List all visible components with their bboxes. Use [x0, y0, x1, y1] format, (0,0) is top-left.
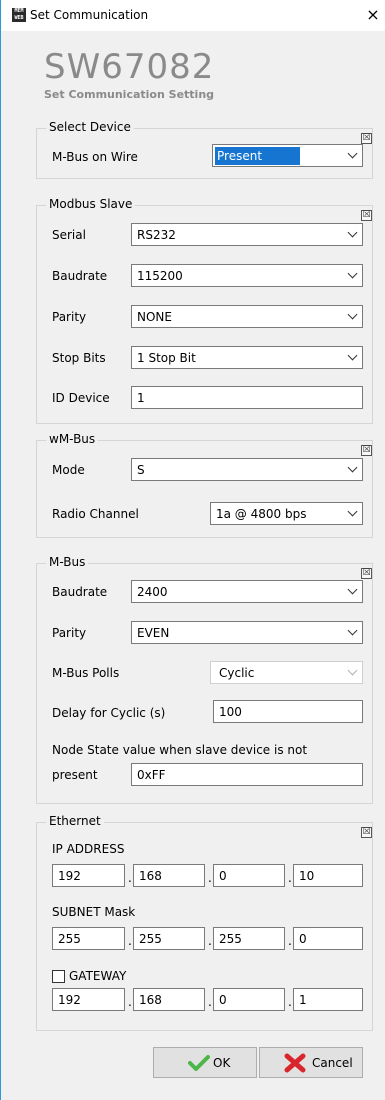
page-subtitle: Set Communication Setting — [44, 88, 215, 101]
gateway-octet-3-input[interactable]: 0 — [213, 988, 285, 1011]
mode-select[interactable]: S — [131, 458, 363, 481]
chevron-down-icon — [347, 665, 358, 676]
subnet-separator: . — [288, 934, 292, 948]
ok-label: OK — [213, 1056, 231, 1070]
gateway-separator: . — [208, 995, 212, 1009]
mbus-baudrate-select[interactable]: 2400 — [131, 580, 363, 603]
mbus-title: M-Bus — [46, 555, 89, 569]
dialog-window: MEM WEB Set Communication × SW67082 Set C… — [0, 0, 385, 1100]
ok-button[interactable]: OK — [153, 1047, 257, 1078]
cancel-x-icon — [284, 1053, 306, 1073]
ethernet-close-icon[interactable]: ☒ — [361, 827, 372, 838]
serial-value: RS232 — [137, 228, 176, 242]
ip-address-label: IP ADDRESS — [52, 842, 125, 856]
subnet-mask-label: SUBNET Mask — [52, 905, 136, 919]
chevron-down-icon — [347, 584, 358, 595]
checkmark-icon — [188, 1055, 210, 1071]
subnet-octet-1-input[interactable]: 255 — [52, 927, 125, 950]
select-device-title: Select Device — [46, 120, 134, 134]
serial-label: Serial — [52, 228, 86, 242]
mbus-baudrate-label: Baudrate — [52, 585, 108, 599]
gateway-separator: . — [128, 995, 132, 1009]
subnet-octet-2-input[interactable]: 255 — [133, 927, 205, 950]
delay-cyclic-input[interactable]: 100 — [213, 700, 363, 723]
stop-bits-label: Stop Bits — [52, 351, 106, 365]
cancel-label: Cancel — [312, 1056, 353, 1070]
title-bar[interactable]: MEM WEB Set Communication × — [1, 0, 385, 31]
wmbus-close-icon[interactable]: ☒ — [361, 445, 372, 456]
cancel-button[interactable]: Cancel — [259, 1047, 363, 1078]
modbus-parity-label: Parity — [52, 310, 87, 324]
product-code: SW67082 — [44, 47, 215, 87]
mbus-polls-label: M-Bus Polls — [52, 666, 120, 680]
mbus-on-wire-select[interactable]: Present — [212, 144, 363, 167]
radio-channel-label: Radio Channel — [52, 507, 139, 521]
ip-separator: . — [208, 871, 212, 885]
subnet-separator: . — [208, 934, 212, 948]
ethernet-title: Ethernet — [46, 814, 104, 828]
gateway-separator: . — [288, 995, 292, 1009]
chevron-down-icon — [347, 625, 358, 636]
gateway-octet-4-input[interactable]: 1 — [293, 988, 363, 1011]
mbus-parity-select[interactable]: EVEN — [131, 621, 363, 644]
subnet-separator: . — [128, 934, 132, 948]
modbus-parity-select[interactable]: NONE — [131, 305, 363, 328]
close-button[interactable]: × — [361, 4, 385, 26]
mode-value: S — [137, 463, 145, 477]
modbus-baudrate-value: 115200 — [137, 269, 183, 283]
chevron-down-icon — [347, 506, 358, 517]
subnet-octet-3-input[interactable]: 255 — [213, 927, 285, 950]
wmbus-title: wM-Bus — [46, 432, 99, 446]
radio-channel-value: 1a @ 4800 bps — [216, 507, 307, 521]
mbus-parity-value: EVEN — [137, 626, 170, 640]
node-state-label-line2: present — [52, 768, 98, 782]
window-title: Set Communication — [30, 8, 149, 22]
mbus-close-icon[interactable]: ☒ — [361, 568, 372, 579]
ip-octet-1-input[interactable]: 192 — [52, 864, 125, 887]
chevron-down-icon — [347, 148, 358, 159]
select-device-close-icon[interactable]: ☒ — [361, 133, 372, 144]
stop-bits-value: 1 Stop Bit — [137, 351, 196, 365]
gateway-label: GATEWAY — [69, 969, 127, 983]
radio-channel-select[interactable]: 1a @ 4800 bps — [210, 502, 363, 525]
chevron-down-icon — [347, 309, 358, 320]
mbus-on-wire-label: M-Bus on Wire — [52, 150, 138, 164]
modbus-baudrate-select[interactable]: 115200 — [131, 264, 363, 287]
delay-cyclic-label: Delay for Cyclic (s) — [52, 706, 166, 720]
ip-octet-3-input[interactable]: 0 — [213, 864, 285, 887]
id-device-input[interactable]: 1 — [131, 386, 363, 409]
mbus-polls-value: Cyclic — [219, 666, 255, 680]
node-state-input[interactable]: 0xFF — [131, 763, 363, 786]
ip-separator: . — [288, 871, 292, 885]
mbus-on-wire-value: Present — [215, 147, 301, 165]
ip-octet-2-input[interactable]: 168 — [133, 864, 205, 887]
chevron-down-icon — [347, 227, 358, 238]
modbus-baudrate-label: Baudrate — [52, 269, 108, 283]
modbus-slave-close-icon[interactable]: ☒ — [361, 210, 372, 221]
chevron-down-icon — [347, 350, 358, 361]
chevron-down-icon — [347, 268, 358, 279]
mbus-parity-label: Parity — [52, 626, 87, 640]
modbus-slave-title: Modbus Slave — [46, 197, 136, 211]
gateway-octet-2-input[interactable]: 168 — [133, 988, 205, 1011]
subnet-octet-4-input[interactable]: 0 — [293, 927, 363, 950]
ip-octet-4-input[interactable]: 10 — [293, 864, 363, 887]
id-device-label: ID Device — [52, 391, 110, 405]
stop-bits-select[interactable]: 1 Stop Bit — [131, 346, 363, 369]
mode-label: Mode — [52, 463, 85, 477]
gateway-checkbox[interactable] — [52, 970, 65, 983]
node-state-label-line1: Node State value when slave device is no… — [52, 743, 308, 757]
modbus-parity-value: NONE — [137, 310, 172, 324]
app-icon: MEM WEB — [12, 8, 26, 22]
ip-separator: . — [128, 871, 132, 885]
serial-select[interactable]: RS232 — [131, 223, 363, 246]
mbus-polls-select: Cyclic — [210, 661, 363, 684]
chevron-down-icon — [347, 462, 358, 473]
gateway-octet-1-input[interactable]: 192 — [52, 988, 125, 1011]
mbus-baudrate-value: 2400 — [137, 585, 168, 599]
